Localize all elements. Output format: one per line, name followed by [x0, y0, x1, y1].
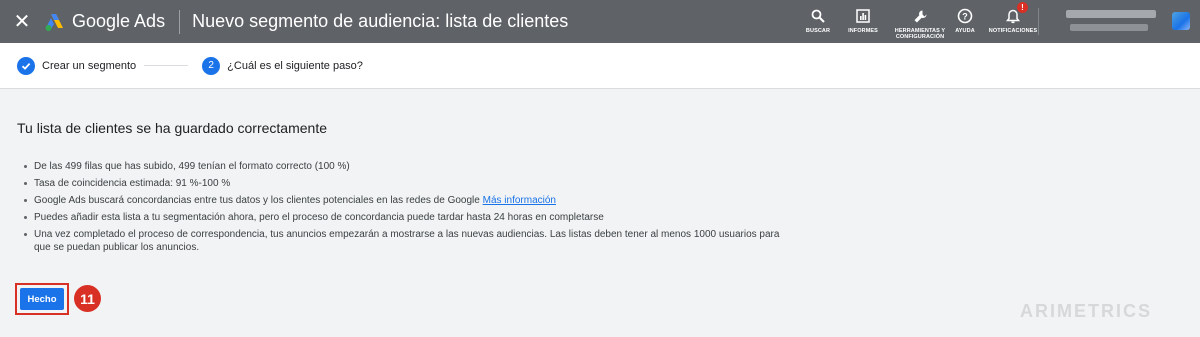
svg-text:?: ? — [962, 12, 968, 22]
watermark: ARIMETRICS — [1020, 301, 1152, 321]
check-icon — [17, 56, 35, 75]
account-id-blurred — [1070, 24, 1148, 31]
notification-badge: ! — [1017, 2, 1028, 13]
nav-help-label: AYUDA — [955, 28, 975, 34]
nav-search-label: BUSCAR — [805, 28, 831, 34]
list-item: Google Ads buscará concordancias entre t… — [22, 194, 782, 207]
avatar[interactable] — [1172, 12, 1190, 30]
page-title: Nuevo segmento de audiencia: lista de cl… — [192, 11, 569, 31]
step-label: ¿Cuál es el siguiente paso? — [227, 59, 363, 72]
google-ads-logo[interactable]: Google Ads — [44, 11, 165, 32]
account-divider — [1038, 8, 1039, 35]
more-info-link[interactable]: Más información — [483, 195, 556, 206]
nav-notifications-label: NOTIFICACIONES — [988, 28, 1038, 34]
step-number: 2 — [202, 56, 221, 75]
account-name-blurred[interactable] — [1066, 10, 1156, 18]
done-button[interactable]: Hecho — [20, 288, 64, 310]
nav-tools[interactable]: HERRAMIENTAS Y CONFIGURACIÓN — [890, 0, 950, 43]
close-icon[interactable]: ✕ — [0, 0, 44, 43]
stepper: Crear un segmento 2 ¿Cuál es el siguient… — [0, 43, 1200, 89]
list-item-text: Google Ads buscará concordancias entre t… — [34, 195, 480, 206]
nav-reports[interactable]: INFORMES — [840, 0, 886, 43]
brand-name: Google Ads — [72, 11, 166, 31]
done-button-highlight: Hecho — [15, 283, 69, 315]
reports-icon — [854, 7, 872, 25]
main-content: Tu lista de clientes se ha guardado corr… — [0, 90, 1200, 337]
step-create-segment[interactable]: Crear un segmento — [17, 56, 137, 75]
list-item: Puedes añadir esta lista a tu segmentaci… — [22, 211, 782, 224]
google-ads-logo-icon — [45, 13, 63, 31]
list-item: Tasa de coincidencia estimada: 91 %-100 … — [22, 177, 782, 190]
step-label: Crear un segmento — [42, 59, 137, 72]
step-connector — [144, 65, 189, 66]
help-icon: ? — [956, 7, 974, 25]
wrench-icon — [911, 7, 929, 25]
search-icon — [809, 7, 827, 25]
nav-help[interactable]: ? AYUDA — [950, 0, 980, 43]
annotation-number: 11 — [74, 285, 101, 312]
nav-search[interactable]: BUSCAR — [800, 0, 836, 43]
success-heading: Tu lista de clientes se ha guardado corr… — [17, 120, 327, 136]
nav-reports-label: INFORMES — [848, 28, 878, 34]
list-item: De las 499 filas que has subido, 499 ten… — [22, 160, 782, 173]
list-item: Una vez completado el proceso de corresp… — [22, 228, 782, 254]
info-list: De las 499 filas que has subido, 499 ten… — [22, 160, 782, 258]
nav-notifications[interactable]: ! NOTIFICACIONES — [986, 0, 1040, 43]
bell-icon: ! — [1004, 2, 1028, 25]
top-nav: BUSCAR INFORMES HERRAMIENTAS Y CONFIGURA… — [800, 0, 1040, 43]
nav-tools-label: HERRAMIENTAS Y CONFIGURACIÓN — [894, 28, 946, 40]
step-next: 2 ¿Cuál es el siguiente paso? — [202, 56, 363, 75]
title-divider — [179, 9, 181, 34]
